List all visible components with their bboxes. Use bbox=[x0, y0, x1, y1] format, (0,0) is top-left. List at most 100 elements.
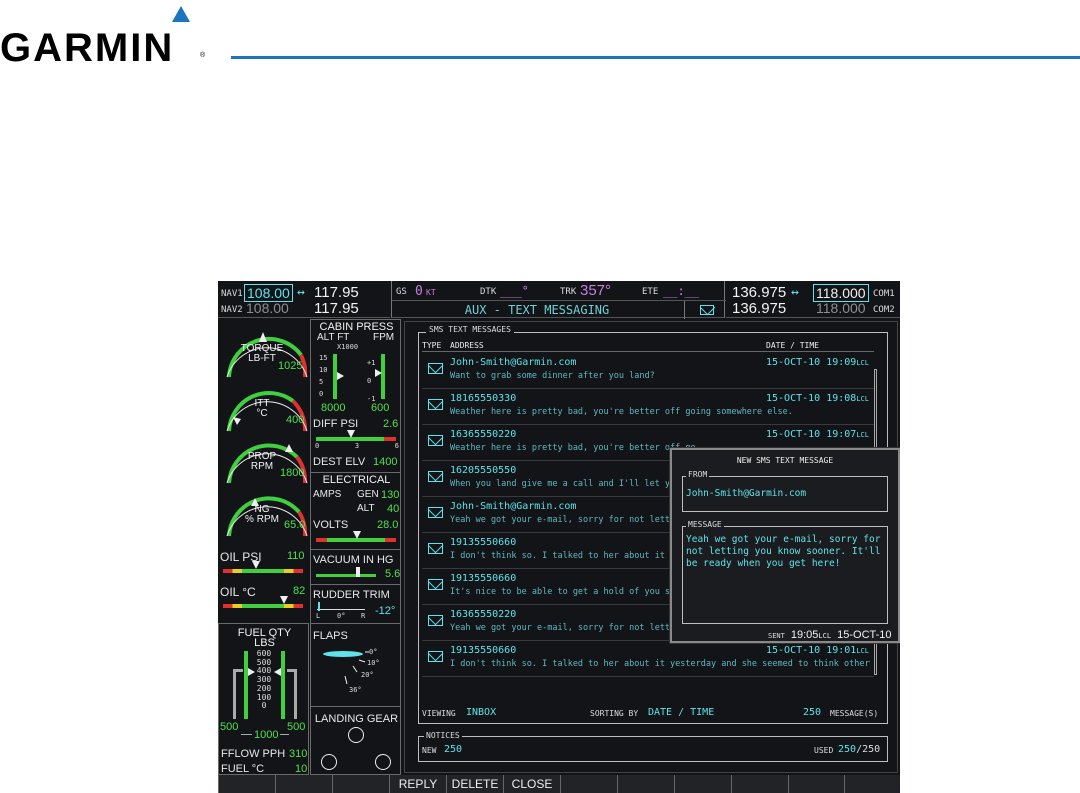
header-divider bbox=[422, 351, 874, 352]
notices-used-value: 250 bbox=[838, 744, 857, 755]
itt-unit: °C bbox=[256, 408, 268, 419]
oil-temp-bar bbox=[223, 604, 303, 608]
cabin-alt-pointer-icon bbox=[337, 372, 344, 380]
flaps-mark-0: 0° bbox=[369, 648, 378, 656]
notices-new-label: NEW bbox=[422, 746, 437, 755]
message-preview: Weather here is pretty bad, you're bette… bbox=[450, 407, 793, 417]
torque-value: 1025 bbox=[278, 360, 303, 372]
landing-gear-panel: LANDING GEAR bbox=[310, 706, 401, 775]
softkey-1[interactable] bbox=[218, 775, 275, 793]
fflow-value: 310 bbox=[289, 748, 308, 760]
oil-temp-label: OIL °C bbox=[220, 585, 256, 599]
nose-gear-icon bbox=[348, 727, 364, 743]
message-row[interactable]: John-Smith@Garmin.com Want to grab some … bbox=[422, 353, 874, 389]
message-row[interactable]: 18165550330 Weather here is pretty bad, … bbox=[422, 389, 874, 425]
sorting-label: SORTING BY bbox=[590, 709, 639, 718]
ng-unit: % RPM bbox=[245, 514, 279, 525]
volts-value: 28.0 bbox=[377, 519, 399, 531]
softkey-3[interactable] bbox=[332, 775, 389, 793]
com1-swap-icon[interactable]: ↔ bbox=[791, 285, 799, 300]
sorting-value[interactable]: DATE / TIME bbox=[648, 707, 714, 718]
softkey-9[interactable] bbox=[674, 775, 731, 793]
close-softkey[interactable]: CLOSE bbox=[503, 775, 560, 793]
nav2-label: NAV2 bbox=[221, 305, 243, 315]
amps-label: AMPS bbox=[313, 489, 342, 500]
diff-scale-3: 3 bbox=[354, 442, 360, 450]
fuel-right-value: 500 bbox=[287, 721, 306, 733]
message-time-value: 19:01 bbox=[826, 645, 857, 656]
nav2-standby-freq[interactable]: 117.95 bbox=[314, 300, 359, 317]
sent-label: SENT bbox=[768, 632, 785, 640]
message-text: Yeah we got your e-mail, sorry for not l… bbox=[686, 534, 881, 569]
fuel-scale-0: 0 bbox=[261, 701, 267, 711]
gs-unit: KT bbox=[426, 288, 436, 297]
flaps-panel: FLAPS 0° 10° 20° 36° bbox=[310, 623, 401, 707]
volts-pointer-icon bbox=[353, 531, 361, 539]
message-row[interactable]: 19135550660 I don't think so. I talked t… bbox=[422, 641, 874, 677]
gen-label: GEN bbox=[357, 489, 379, 500]
message-address: 19135550660 bbox=[450, 537, 517, 548]
rudder-0: 0° bbox=[337, 612, 346, 620]
engine-gauges: TORQUE LB-FT 1025 ITT °C 400 PROP RPM 18… bbox=[218, 319, 309, 622]
message-date-value: 15-OCT-10 bbox=[766, 393, 821, 404]
softkey-10[interactable] bbox=[731, 775, 788, 793]
com2-standby-freq[interactable]: 136.975 bbox=[732, 300, 786, 317]
logo-triangle-icon bbox=[172, 6, 190, 22]
message-tz: LCL bbox=[856, 647, 869, 655]
envelope-icon bbox=[428, 471, 443, 482]
garmin-logo: GARMIN ® bbox=[0, 2, 215, 68]
right-gear-icon bbox=[375, 754, 391, 770]
viewing-value[interactable]: INBOX bbox=[466, 707, 496, 718]
alt-scale-0: 0 bbox=[319, 390, 324, 398]
delete-softkey[interactable]: DELETE bbox=[446, 775, 503, 793]
reply-softkey[interactable]: REPLY bbox=[389, 775, 446, 793]
nav1-swap-icon[interactable]: ↔ bbox=[297, 285, 305, 300]
vacuum-pointer-icon bbox=[356, 567, 360, 577]
prop-value: 1800 bbox=[280, 467, 305, 479]
fuel-temp-value: 10 bbox=[295, 763, 308, 775]
softkey-11[interactable] bbox=[788, 775, 844, 793]
status-bar: GS 0 KT DTK ___° TRK 357° ETE __:__ AUX … bbox=[391, 281, 726, 319]
softkey-8[interactable] bbox=[617, 775, 674, 793]
com2-active-freq[interactable]: 118.000 bbox=[816, 300, 866, 316]
notices-used-total: /250 bbox=[856, 744, 881, 755]
gen-value: 130 bbox=[381, 489, 400, 501]
com1-standby-freq[interactable]: 136.975 bbox=[732, 284, 786, 301]
ete-value: __:__ bbox=[663, 284, 700, 298]
fuel-left-bracket bbox=[233, 669, 243, 719]
sent-tz: LCL bbox=[818, 632, 832, 640]
flaps-mark-36: 36° bbox=[349, 686, 362, 694]
alt-scale: 15 10 5 0 bbox=[319, 352, 327, 400]
softkey-7[interactable] bbox=[560, 775, 617, 793]
nav1-label: NAV1 bbox=[221, 289, 243, 299]
electrical-label: ELECTRICAL bbox=[322, 474, 391, 486]
sent-time: 19:05 bbox=[790, 629, 819, 641]
rudder-trim-panel: RUDDER TRIM L 0° R -12° bbox=[310, 584, 401, 624]
softkey-12[interactable] bbox=[844, 775, 900, 793]
diff-psi-bar bbox=[316, 437, 396, 441]
cabin-fpm-pointer-icon bbox=[375, 369, 382, 377]
trk-value: 357° bbox=[580, 282, 612, 299]
nav1-standby-freq[interactable]: 117.95 bbox=[314, 284, 359, 301]
message-address: 16365550220 bbox=[450, 609, 517, 620]
envelope-icon bbox=[428, 579, 443, 590]
dtk-label: DTK bbox=[480, 287, 497, 297]
title-divider bbox=[684, 301, 685, 319]
message-date: 15-OCT-10 19:01LCL bbox=[766, 645, 869, 656]
electrical-panel: ELECTRICAL AMPS GEN 130 ALT 40 VOLTS 28.… bbox=[310, 472, 401, 550]
gs-label: GS bbox=[396, 287, 407, 297]
cabin-alt-value: 8000 bbox=[321, 402, 346, 414]
header-rule bbox=[231, 56, 1080, 59]
flaps-mark-20: 20° bbox=[361, 671, 374, 679]
message-label: MESSAGE bbox=[686, 520, 724, 529]
sms-panel-title: SMS TEXT MESSAGES bbox=[426, 325, 514, 334]
gs-value: 0 bbox=[415, 284, 423, 299]
com2-label: COM2 bbox=[873, 305, 895, 315]
com1-label: COM1 bbox=[873, 289, 895, 299]
message-time-value: 19:09 bbox=[826, 357, 857, 368]
oil-temp-value: 82 bbox=[293, 585, 306, 597]
envelope-icon bbox=[428, 507, 443, 518]
softkey-2[interactable] bbox=[275, 775, 332, 793]
nav2-active-freq[interactable]: 108.00 bbox=[246, 300, 289, 316]
com-frequency-box: 136.975 ↔ 118.000 COM1 136.975 118.000 C… bbox=[726, 281, 900, 318]
